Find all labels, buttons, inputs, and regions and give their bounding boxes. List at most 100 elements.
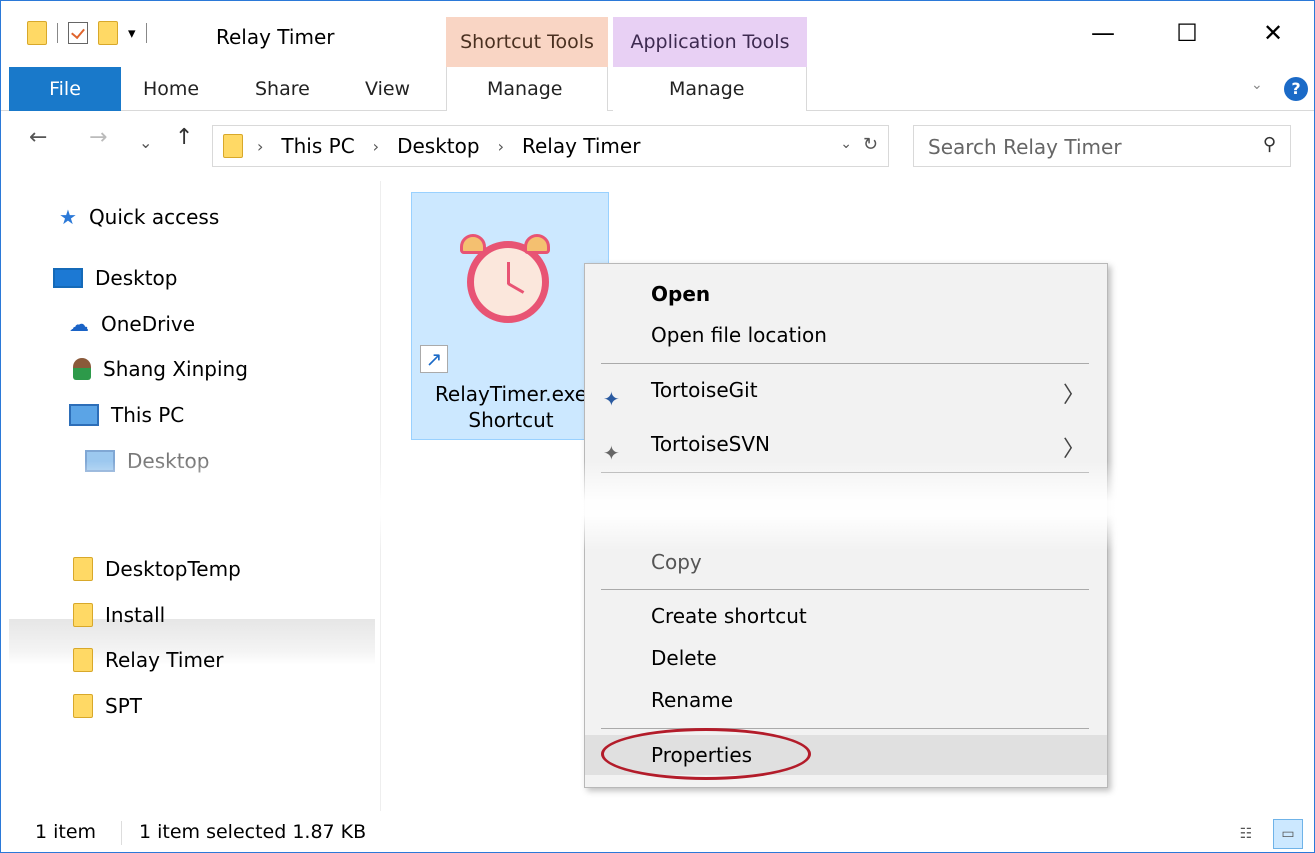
menu-item-create-shortcut[interactable]: Create shortcut [585, 596, 1107, 636]
close-button[interactable]: ✕ [1253, 19, 1293, 47]
breadcrumb-this-pc[interactable]: This PC [281, 134, 354, 158]
nav-label: Quick access [88, 205, 220, 229]
nav-item-desktop-sub[interactable]: Desktop [85, 449, 209, 473]
divider [145, 23, 147, 43]
navigation-pane: ★ Quick access Desktop ☁ OneDrive Shang … [1, 181, 381, 811]
nav-item-folder[interactable]: Install [73, 603, 165, 627]
nav-label: SPT [105, 694, 142, 718]
file-item-relaytimer-shortcut[interactable]: ↗ RelayTimer.exe Shortcut [411, 192, 609, 440]
menu-separator [601, 589, 1089, 590]
submenu-arrow-icon: 〉 [1062, 437, 1085, 462]
desktop-icon [53, 268, 83, 288]
menu-item-open[interactable]: Open [585, 274, 1107, 314]
menu-item-rename[interactable]: Rename [585, 680, 1107, 720]
recent-locations-icon[interactable]: ⌄ [139, 133, 152, 152]
collapse-ribbon-icon[interactable]: ⌄ [1251, 77, 1263, 93]
nav-item-this-pc[interactable]: This PC [69, 403, 184, 427]
nav-item-user[interactable]: Shang Xinping [73, 357, 248, 381]
desktop-icon [85, 450, 115, 472]
nav-label: Desktop [127, 449, 210, 473]
nav-label: OneDrive [101, 312, 196, 336]
submenu-arrow-icon: 〉 [1062, 383, 1085, 408]
tab-view[interactable]: View [365, 67, 410, 111]
shortcut-arrow-icon: ↗ [420, 345, 448, 373]
folder-icon [223, 134, 243, 158]
nav-label: Relay Timer [105, 648, 224, 672]
back-button[interactable]: ← [29, 125, 47, 150]
application-tools-header: Application Tools [613, 17, 807, 67]
breadcrumb-desktop[interactable]: Desktop [397, 134, 479, 158]
properties-check-icon[interactable] [68, 22, 88, 44]
tab-share[interactable]: Share [255, 67, 310, 111]
cloud-icon: ☁ [69, 312, 89, 336]
bell-right [524, 234, 550, 254]
breadcrumb-relay-timer[interactable]: Relay Timer [522, 134, 640, 158]
menu-item-open-file-location[interactable]: Open file location [585, 315, 1107, 355]
nav-item-quick-access[interactable]: ★ Quick access [59, 205, 219, 229]
star-icon: ★ [59, 205, 77, 229]
nav-label: Install [105, 603, 166, 627]
customize-toolbar-icon[interactable]: ▾ [128, 25, 136, 41]
menu-item-copy[interactable]: Copy [585, 542, 1107, 582]
folder-icon [73, 694, 93, 718]
search-input[interactable]: Search Relay Timer ⚲ [913, 125, 1291, 167]
nav-label: This PC [111, 403, 185, 427]
context-menu: Open Open file location ✦ TortoiseGit 〉 … [584, 263, 1108, 788]
menu-label: TortoiseGit [651, 378, 758, 402]
item-count: 1 item [35, 821, 97, 843]
clock-hand [507, 282, 525, 294]
chevron-icon[interactable]: › [257, 137, 263, 156]
tortoisegit-icon: ✦ [603, 387, 620, 411]
alarm-clock-icon [460, 234, 550, 323]
nav-item-folder[interactable]: Relay Timer [73, 648, 223, 672]
shortcut-tools-header: Shortcut Tools [446, 17, 608, 67]
user-icon [73, 358, 91, 380]
address-dropdown-icon[interactable]: ⌄ [840, 136, 852, 152]
large-icons-view-icon[interactable]: ▭ [1273, 819, 1303, 849]
details-view-icon[interactable]: ☷ [1231, 819, 1261, 849]
folder-icon [73, 603, 93, 627]
up-button[interactable]: ↑ [175, 125, 193, 150]
nav-label: Desktop [95, 266, 178, 290]
new-folder-icon[interactable] [98, 21, 118, 45]
chevron-icon[interactable]: › [498, 137, 504, 156]
selection-info: 1 item selected 1.87 KB [139, 821, 367, 843]
computer-icon [69, 404, 99, 426]
tortoisesvn-icon: ✦ [603, 441, 620, 465]
chevron-icon[interactable]: › [373, 137, 379, 156]
tab-home[interactable]: Home [143, 67, 199, 111]
bell-left [460, 234, 486, 254]
address-bar[interactable]: › This PC › Desktop › Relay Timer ⌄ ↻ [212, 125, 889, 167]
forward-button[interactable]: → [89, 125, 107, 150]
nav-item-onedrive[interactable]: ☁ OneDrive [69, 312, 195, 336]
divider [57, 23, 58, 43]
explorer-window: ▾ Relay Timer Shortcut Tools Application… [0, 0, 1315, 853]
menu-item-tortoisesvn[interactable]: ✦ TortoiseSVN 〉 [585, 424, 1107, 465]
nav-item-desktop[interactable]: Desktop [53, 266, 177, 290]
nav-item-folder[interactable]: SPT [73, 694, 142, 718]
tab-application-manage[interactable]: Manage [613, 67, 807, 111]
search-icon[interactable]: ⚲ [1263, 134, 1276, 155]
nav-label: Shang Xinping [103, 357, 248, 381]
folder-icon [73, 557, 93, 581]
menu-separator [601, 363, 1089, 364]
file-name-line: Shortcut [468, 408, 554, 432]
quick-access-toolbar: ▾ [27, 21, 147, 45]
menu-item-delete[interactable]: Delete [585, 638, 1107, 678]
file-name-line: RelayTimer.exe [434, 382, 588, 406]
clock-hand [507, 262, 510, 284]
tab-shortcut-manage[interactable]: Manage [446, 67, 608, 111]
tab-manage-label: Manage [669, 78, 745, 100]
tab-file[interactable]: File [9, 67, 121, 111]
help-icon[interactable]: ? [1284, 77, 1308, 101]
search-placeholder: Search Relay Timer [928, 135, 1122, 159]
ribbon-tabs: File Home Share View Manage Manage [1, 67, 1314, 111]
refresh-icon[interactable]: ↻ [863, 134, 878, 155]
menu-item-tortoisegit[interactable]: ✦ TortoiseGit 〉 [585, 370, 1107, 411]
tab-manage-label: Manage [487, 78, 563, 100]
nav-item-folder[interactable]: DesktopTemp [73, 557, 241, 581]
minimize-button[interactable]: — [1083, 19, 1123, 47]
nav-label: DesktopTemp [105, 557, 241, 581]
menu-label: TortoiseSVN [651, 432, 770, 456]
maximize-button[interactable]: ☐ [1167, 19, 1207, 47]
